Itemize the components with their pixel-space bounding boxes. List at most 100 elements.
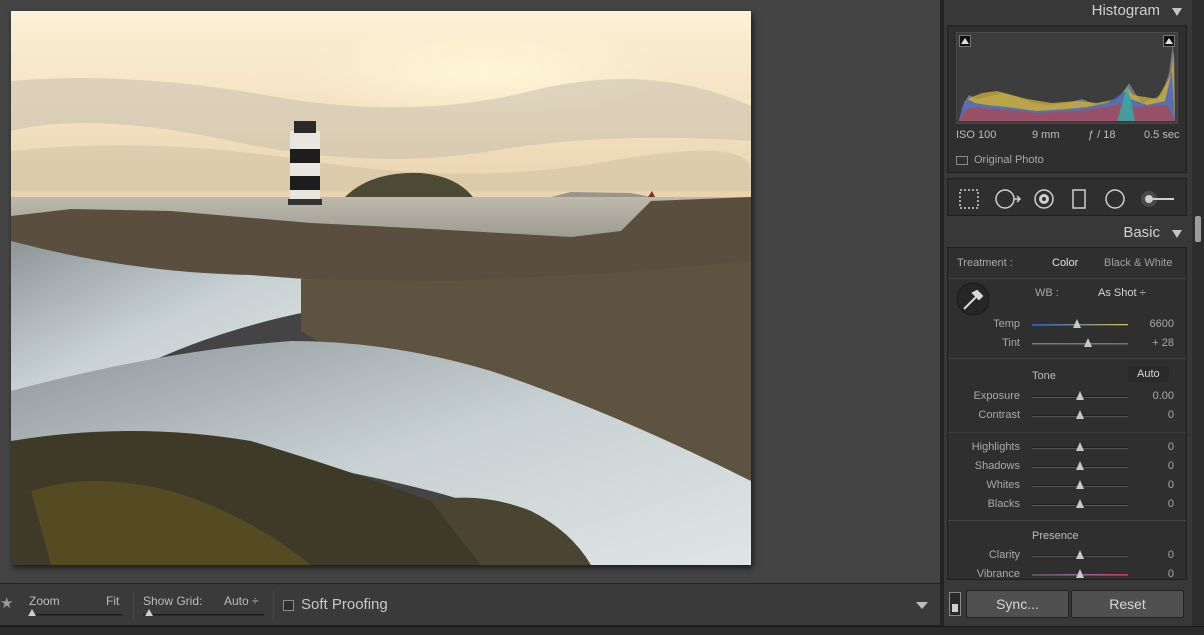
exposure-slider-thumb[interactable] — [1076, 391, 1084, 400]
whites-slider[interactable] — [1032, 480, 1128, 489]
blacks-row: Blacks 0 — [948, 497, 1186, 513]
tint-value[interactable]: + 28 — [1152, 337, 1174, 349]
tone-heading: Tone — [1032, 370, 1056, 382]
basic-header[interactable]: Basic — [944, 222, 1192, 246]
treatment-label: Treatment : — [957, 257, 1013, 269]
exposure-slider[interactable] — [1032, 391, 1128, 400]
blacks-label: Blacks — [987, 498, 1020, 510]
crop-tool-icon[interactable] — [958, 188, 980, 210]
contrast-slider[interactable] — [1032, 410, 1128, 419]
tint-slider[interactable] — [1032, 338, 1128, 347]
photo-preview[interactable] — [11, 11, 751, 565]
show-grid-select[interactable]: Auto ÷ — [224, 594, 259, 608]
clarity-value[interactable]: 0 — [1168, 549, 1174, 561]
temp-row: Temp 6600 — [948, 317, 1186, 333]
whites-slider-thumb[interactable] — [1076, 480, 1084, 489]
reset-button[interactable]: Reset — [1071, 590, 1184, 618]
zoom-slider-thumb[interactable] — [28, 609, 36, 616]
tint-label: Tint — [1002, 337, 1020, 349]
shadows-label: Shadows — [974, 460, 1020, 472]
white-balance-eyedropper-icon[interactable] — [956, 282, 990, 316]
histogram-header[interactable]: Histogram — [944, 0, 1192, 24]
right-panel: Histogram ISO 100 9 mm ƒ / 18 0.5 sec Or… — [944, 0, 1192, 626]
vibrance-slider[interactable] — [1032, 569, 1128, 578]
scrollbar-thumb[interactable] — [1195, 216, 1201, 242]
original-photo-label: Original Photo — [974, 154, 1044, 166]
vibrance-value[interactable]: 0 — [1168, 568, 1174, 579]
contrast-slider-thumb[interactable] — [1076, 410, 1084, 419]
clarity-slider[interactable] — [1032, 550, 1128, 559]
tool-strip — [947, 178, 1187, 216]
highlights-row: Highlights 0 — [948, 440, 1186, 456]
section-divider — [948, 358, 1186, 359]
whites-value[interactable]: 0 — [1168, 479, 1174, 491]
zoom-value[interactable]: Fit — [106, 594, 119, 608]
basic-panel: Treatment : Color Black & White WB : As … — [947, 247, 1187, 580]
exposure-value[interactable]: 0.00 — [1153, 390, 1174, 402]
toolbar-divider — [133, 591, 134, 621]
radial-filter-icon[interactable] — [1104, 188, 1126, 210]
adjustment-brush-icon[interactable] — [1138, 188, 1178, 210]
exif-focal-length: 9 mm — [1032, 129, 1060, 141]
histogram-graph[interactable] — [956, 32, 1178, 124]
original-photo-icon[interactable] — [956, 156, 968, 165]
histogram-curve — [959, 43, 1175, 121]
auto-tone-button[interactable]: Auto — [1128, 366, 1169, 382]
shadows-value[interactable]: 0 — [1168, 460, 1174, 472]
highlights-slider-thumb[interactable] — [1076, 442, 1084, 451]
blacks-value[interactable]: 0 — [1168, 498, 1174, 510]
whites-row: Whites 0 — [948, 478, 1186, 494]
histogram-panel: ISO 100 9 mm ƒ / 18 0.5 sec Original Pho… — [947, 25, 1187, 173]
tint-slider-thumb[interactable] — [1083, 338, 1092, 347]
temp-label: Temp — [993, 318, 1020, 330]
vibrance-slider-thumb[interactable] — [1076, 569, 1084, 578]
clarity-label: Clarity — [988, 549, 1020, 561]
blacks-slider[interactable] — [1032, 499, 1128, 508]
sync-button[interactable]: Sync... — [966, 590, 1069, 618]
blacks-slider-thumb[interactable] — [1076, 499, 1084, 508]
histogram-title: Histogram — [1091, 2, 1160, 19]
show-grid-label: Show Grid: — [143, 594, 203, 608]
panel-scrollbar[interactable] — [1192, 0, 1204, 626]
collapse-triangle-icon[interactable] — [1172, 8, 1182, 16]
soft-proofing-label[interactable]: Soft Proofing — [301, 596, 388, 613]
filmstrip-edge — [0, 626, 1204, 635]
exif-shutter: 0.5 sec — [1144, 129, 1180, 141]
vibrance-label: Vibrance — [976, 568, 1020, 580]
sync-toggle-switch[interactable] — [949, 592, 961, 616]
vibrance-row: Vibrance 0 — [948, 567, 1186, 580]
treatment-color-option[interactable]: Color — [1052, 257, 1078, 269]
tint-row: Tint + 28 — [948, 336, 1186, 352]
grid-slider-thumb[interactable] — [145, 609, 153, 616]
section-divider — [948, 520, 1186, 521]
grid-slider[interactable] — [143, 609, 264, 616]
section-divider — [948, 432, 1186, 433]
soft-proofing-checkbox[interactable] — [283, 600, 294, 611]
shadows-slider-thumb[interactable] — [1076, 461, 1084, 470]
treatment-bw-option[interactable]: Black & White — [1104, 257, 1172, 269]
contrast-value[interactable]: 0 — [1168, 409, 1174, 421]
spot-removal-tool-icon[interactable] — [994, 188, 1022, 210]
wb-select[interactable]: As Shot ÷ — [1098, 287, 1146, 299]
clarity-slider-thumb[interactable] — [1076, 550, 1084, 559]
wb-label: WB : — [1035, 287, 1059, 299]
zoom-label: Zoom — [29, 594, 60, 608]
temp-value[interactable]: 6600 — [1150, 318, 1174, 330]
zoom-slider[interactable] — [28, 609, 123, 616]
section-divider — [948, 278, 1186, 279]
collapse-triangle-icon[interactable] — [1172, 230, 1182, 238]
shadows-slider[interactable] — [1032, 461, 1128, 470]
exif-iso: ISO 100 — [956, 129, 997, 141]
shadows-row: Shadows 0 — [948, 459, 1186, 475]
graduated-filter-icon[interactable] — [1068, 188, 1090, 210]
presence-heading: Presence — [1032, 530, 1079, 542]
bottom-toolbar: ★ Zoom Fit Show Grid: Auto ÷ Soft Proofi… — [0, 583, 940, 626]
toolbar-divider — [273, 591, 274, 621]
star-icon[interactable]: ★ — [0, 594, 13, 612]
temp-slider[interactable] — [1032, 319, 1128, 328]
highlights-value[interactable]: 0 — [1168, 441, 1174, 453]
highlights-slider[interactable] — [1032, 442, 1128, 451]
temp-slider-thumb[interactable] — [1073, 319, 1082, 328]
toolbar-menu-chevron-icon[interactable] — [916, 602, 928, 609]
red-eye-tool-icon[interactable] — [1033, 188, 1055, 210]
